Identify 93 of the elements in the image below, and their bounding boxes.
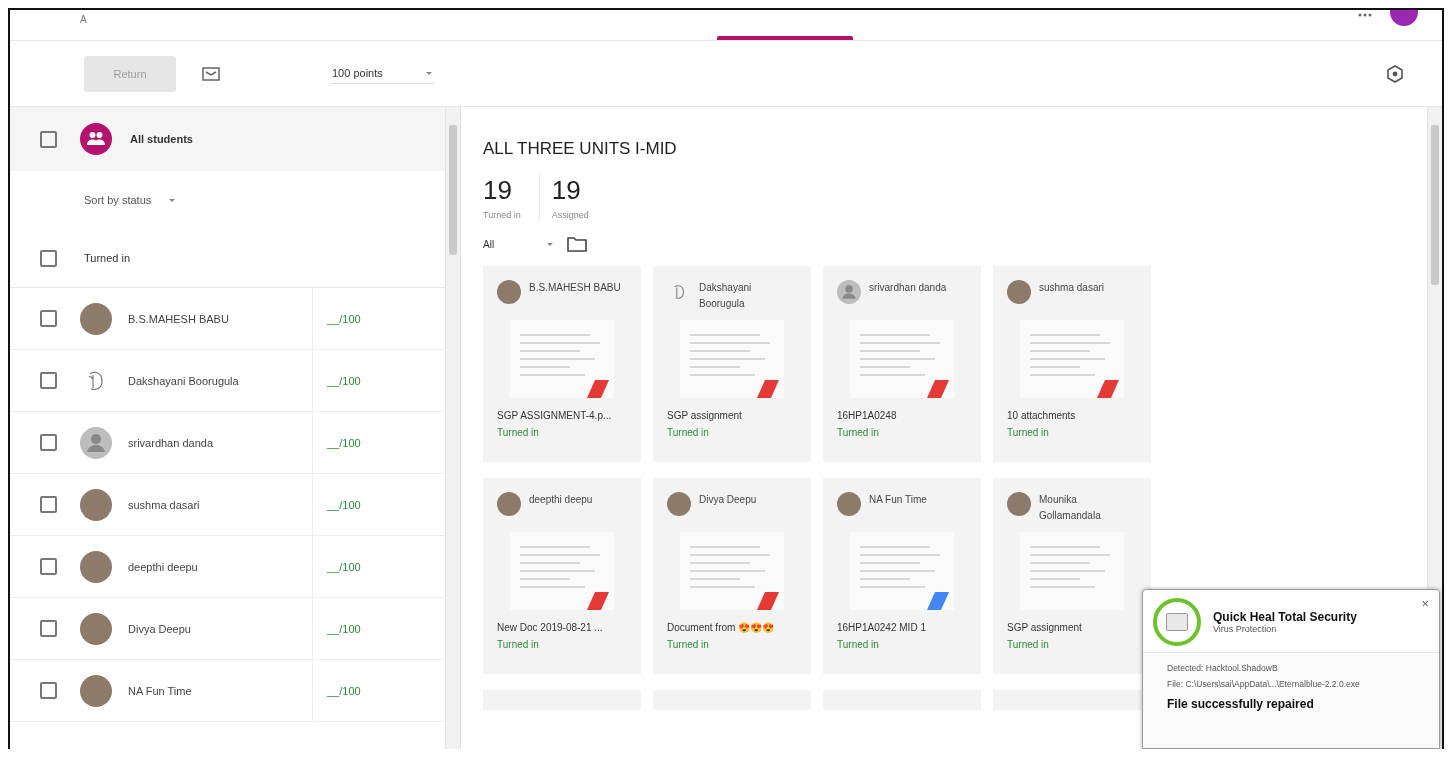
assignment-title: ALL THREE UNITS I-MID: [483, 139, 678, 159]
sort-dropdown[interactable]: Sort by status: [84, 194, 204, 206]
student-avatar: [837, 280, 861, 304]
student-name: Divya Deepu: [128, 622, 191, 635]
checkbox[interactable]: [40, 249, 57, 267]
checkbox[interactable]: [40, 558, 57, 575]
student-name: sushma dasari: [128, 498, 200, 511]
scrollbar[interactable]: [445, 107, 460, 749]
grade-field[interactable]: __/100: [327, 622, 361, 635]
student-photo-placeholder: [80, 550, 112, 583]
student-name: Dakshayani Boorugula: [128, 374, 239, 387]
attachment-name: SGP assignment: [667, 410, 743, 421]
file-path-text: File: C:\Users\sai\AppData\...\Eternalblue-2.2.0.exe: [1167, 679, 1361, 689]
all-students-label: All students: [130, 133, 193, 145]
grade-field[interactable]: __/100: [327, 436, 361, 449]
checkbox[interactable]: [40, 682, 57, 699]
stat-count: 19: [483, 175, 513, 206]
status-label: Turned in: [497, 427, 540, 438]
checkbox[interactable]: [40, 496, 57, 513]
attachment-name: Document from 😍😍😍: [667, 622, 776, 633]
checkbox[interactable]: [40, 372, 57, 389]
grade-field[interactable]: __/100: [327, 560, 361, 573]
status-label: Turned in: [667, 639, 710, 650]
student-photo-placeholder: [1007, 280, 1031, 304]
submission-card[interactable]: Divya Deepu Document from 😍😍😍 Turned in: [653, 478, 811, 674]
student-name: deepthi deepu: [529, 493, 593, 507]
group-icon: [80, 123, 112, 155]
student-photo-placeholder: [80, 612, 112, 645]
status-label: Turned in: [1007, 427, 1050, 438]
submission-card[interactable]: Mounika Gollamandala SGP assignment Turned in: [993, 478, 1151, 674]
all-students-row[interactable]: All students: [10, 107, 445, 171]
checkbox[interactable]: [40, 310, 57, 327]
student-photo-placeholder: [667, 492, 691, 516]
student-photo-placeholder: [80, 488, 112, 521]
attachment-name: 16HP1A0242 MID 1: [837, 622, 927, 633]
grade-field[interactable]: __/100: [327, 312, 361, 325]
course-title: A: [80, 14, 87, 25]
grade-field[interactable]: __/100: [327, 498, 361, 511]
status-label: Turned in: [837, 427, 880, 438]
student-name: Divya Deepu: [699, 493, 757, 507]
submission-card[interactable]: Dakshayani Boorugula SGP assignment Turned in: [653, 266, 811, 462]
student-name: B.S.MAHESH BABU: [128, 312, 229, 325]
status-label: Turned in: [667, 427, 710, 438]
student-name: srivardhan danda: [128, 436, 213, 449]
notification-subtitle: Virus Protection: [1213, 624, 1278, 634]
submission-card[interactable]: deepthi deepu New Doc 2019-08-21 ... Turned in: [483, 478, 641, 674]
folder-icon[interactable]: [567, 236, 587, 252]
points-dropdown[interactable]: 100 points: [330, 63, 434, 84]
apps-icon[interactable]: [1358, 12, 1372, 18]
stat-label: Turned in: [483, 210, 521, 220]
student-name: Mounika Gollamandala: [1039, 493, 1102, 523]
stat-label: Assigned: [551, 210, 589, 220]
attachment-name: 16HP1A0248: [837, 410, 898, 421]
student-photo-placeholder: [80, 302, 112, 335]
submission-card[interactable]: NA Fun Time 16HP1A0242 MID 1 Turned in: [823, 478, 981, 674]
attachment-name: SGP assignment: [1007, 622, 1083, 633]
student-photo-placeholder: [497, 280, 521, 304]
grade-field[interactable]: __/100: [327, 374, 361, 387]
checkbox[interactable]: [40, 620, 57, 637]
student-avatar: [80, 426, 112, 459]
student-photo-placeholder: [1007, 492, 1031, 516]
student-name: NA Fun Time: [128, 684, 192, 697]
stat-count: 19: [551, 175, 582, 206]
status-label: Turned in: [837, 639, 880, 650]
student-name: sushma dasari: [1039, 281, 1105, 295]
submission-card[interactable]: sushma dasari 10 attachments Turned in: [993, 266, 1151, 462]
attachment-name: 10 attachments: [1007, 410, 1077, 421]
submission-card[interactable]: B.S.MAHESH BABU SGP ASSIGNMENT-4.p... Turned in: [483, 266, 641, 462]
checkbox[interactable]: [40, 434, 57, 451]
student-name: B.S.MAHESH BABU: [529, 281, 621, 295]
student-photo-placeholder: [80, 674, 112, 707]
detection-text: Detected: Hacktool.ShadowB: [1167, 663, 1279, 673]
filter-dropdown[interactable]: All: [483, 238, 553, 250]
student-name: Dakshayani Boorugula: [699, 281, 753, 311]
student-name: NA Fun Time: [869, 493, 927, 507]
close-button[interactable]: ×: [1421, 596, 1429, 611]
settings-icon[interactable]: [1386, 64, 1404, 83]
status-label: Turned in: [1007, 639, 1050, 650]
shield-icon: [1153, 598, 1201, 646]
submission-card[interactable]: srivardhan danda 16HP1A0248 Turned in: [823, 266, 981, 462]
notification-title: Quick Heal Total Security: [1213, 610, 1357, 624]
grade-field[interactable]: __/100: [327, 684, 361, 697]
result-text: File successfully repaired: [1167, 697, 1315, 711]
student-photo-placeholder: [497, 492, 521, 516]
email-icon[interactable]: [202, 66, 220, 81]
student-name: srivardhan danda: [869, 281, 947, 295]
checkbox[interactable]: [40, 130, 57, 148]
attachment-name: New Doc 2019-08-21 ...: [497, 622, 604, 633]
student-photo-placeholder: [837, 492, 861, 516]
attachment-name: SGP ASSIGNMENT-4.p...: [497, 410, 613, 421]
student-name: deepthi deepu: [128, 560, 198, 573]
group-label: Turned in: [84, 252, 131, 264]
status-label: Turned in: [497, 639, 540, 650]
